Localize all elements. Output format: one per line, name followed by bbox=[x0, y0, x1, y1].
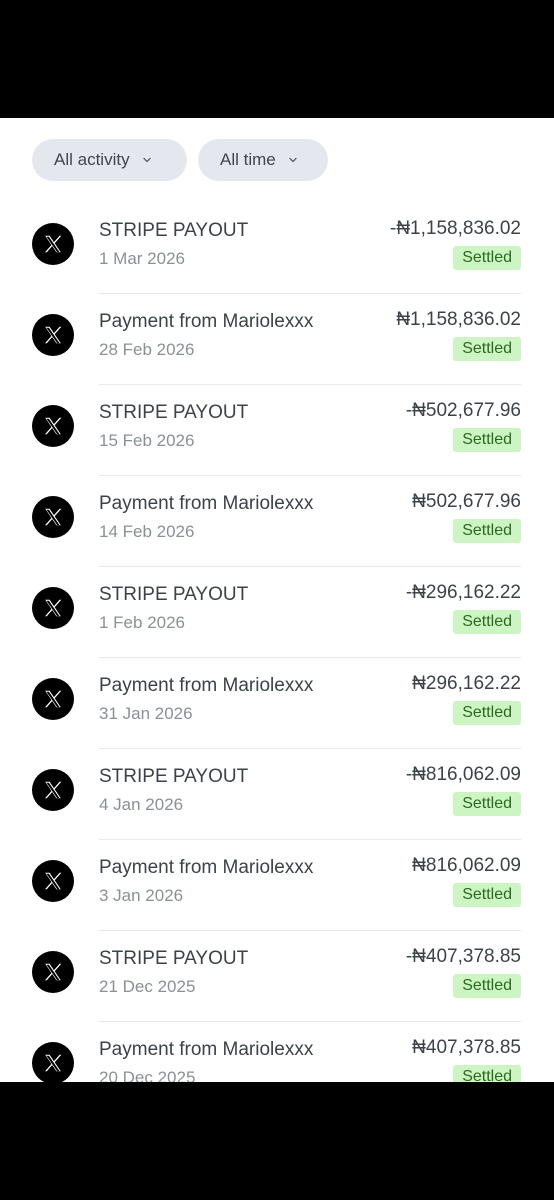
transaction-row[interactable]: Payment from Mariolexxx 20 Dec 2025 ₦407,3… bbox=[0, 1022, 554, 1082]
transaction-row[interactable]: Payment from Mariolexxx 31 Jan 2026 ₦296,1… bbox=[0, 658, 554, 749]
transaction-amount: -₦816,062.09 bbox=[405, 764, 521, 785]
transaction-date: 1 Mar 2026 bbox=[99, 249, 185, 268]
x-logo-icon bbox=[32, 223, 74, 265]
transaction-date: 20 Dec 2025 bbox=[99, 1068, 196, 1082]
time-filter-dropdown[interactable]: All time bbox=[198, 139, 328, 181]
transaction-title: STRIPE PAYOUT bbox=[99, 948, 249, 969]
time-filter-label: All time bbox=[220, 150, 276, 169]
status-badge: Settled bbox=[453, 246, 521, 270]
status-badge: Settled bbox=[453, 610, 521, 634]
transaction-title: Payment from Mariolexxx bbox=[99, 1039, 314, 1060]
transaction-date: 14 Feb 2026 bbox=[99, 522, 195, 541]
x-logo-icon bbox=[32, 678, 74, 720]
transaction-date: 31 Jan 2026 bbox=[99, 704, 193, 723]
status-badge: Settled bbox=[453, 337, 521, 361]
x-logo-icon bbox=[32, 1042, 74, 1082]
x-logo-icon bbox=[32, 860, 74, 902]
transaction-row[interactable]: Payment from Mariolexxx 28 Feb 2026 ₦1,158… bbox=[0, 294, 554, 385]
transaction-title: Payment from Mariolexxx bbox=[99, 493, 314, 514]
transaction-amount: -₦407,378.85 bbox=[405, 946, 521, 967]
x-logo-icon bbox=[32, 587, 74, 629]
status-badge: Settled bbox=[453, 883, 521, 907]
transaction-amount: -₦296,162.22 bbox=[405, 582, 521, 603]
x-logo-icon bbox=[32, 769, 74, 811]
activity-filter-dropdown[interactable]: All activity bbox=[32, 139, 187, 181]
transaction-date: 15 Feb 2026 bbox=[99, 431, 195, 450]
status-badge: Settled bbox=[453, 792, 521, 816]
activity-filter-label: All activity bbox=[54, 150, 130, 169]
transaction-title: Payment from Mariolexxx bbox=[99, 675, 314, 696]
transaction-row[interactable]: STRIPE PAYOUT 4 Jan 2026 -₦816,062.09 Settl… bbox=[0, 749, 554, 840]
status-badge: Settled bbox=[453, 519, 521, 543]
transaction-row[interactable]: STRIPE PAYOUT 15 Feb 2026 -₦502,677.96 Sett… bbox=[0, 385, 554, 476]
transaction-amount: ₦502,677.96 bbox=[412, 491, 521, 512]
transaction-amount: -₦1,158,836.02 bbox=[390, 218, 521, 239]
x-logo-icon bbox=[32, 951, 74, 993]
transaction-date: 1 Feb 2026 bbox=[99, 613, 186, 632]
x-logo-icon bbox=[32, 405, 74, 447]
transaction-row[interactable]: Payment from Mariolexxx 3 Jan 2026 ₦816,06… bbox=[0, 840, 554, 931]
transaction-list: STRIPE PAYOUT 1 Mar 2026 -₦1,158,836.02 Set… bbox=[0, 203, 554, 1082]
x-logo-icon bbox=[32, 496, 74, 538]
transaction-title: STRIPE PAYOUT bbox=[99, 584, 249, 605]
status-badge: Settled bbox=[453, 974, 521, 998]
transaction-title: STRIPE PAYOUT bbox=[99, 402, 249, 423]
status-badge: Settled bbox=[453, 701, 521, 725]
transaction-amount: ₦1,158,836.02 bbox=[396, 309, 521, 330]
transaction-date: 4 Jan 2026 bbox=[99, 795, 184, 814]
transaction-title: STRIPE PAYOUT bbox=[99, 766, 249, 787]
transaction-amount: ₦816,062.09 bbox=[412, 855, 521, 876]
transaction-amount: ₦407,378.85 bbox=[412, 1037, 521, 1058]
status-badge: Settled bbox=[453, 1065, 521, 1082]
transaction-row[interactable]: Payment from Mariolexxx 14 Feb 2026 ₦502,6… bbox=[0, 476, 554, 567]
transaction-row[interactable]: STRIPE PAYOUT 21 Dec 2025 -₦407,378.85 Sett… bbox=[0, 931, 554, 1022]
bottom-black-bar bbox=[0, 1082, 554, 1200]
chevron-down-icon bbox=[142, 157, 151, 163]
status-badge: Settled bbox=[453, 428, 521, 452]
top-black-bar bbox=[0, 0, 554, 118]
transaction-date: 3 Jan 2026 bbox=[99, 886, 184, 905]
transaction-row[interactable]: STRIPE PAYOUT 1 Feb 2026 -₦296,162.22 Settl… bbox=[0, 567, 554, 658]
filter-bar: All activity All time bbox=[32, 139, 328, 181]
transaction-row[interactable]: STRIPE PAYOUT 1 Mar 2026 -₦1,158,836.02 Set… bbox=[0, 203, 554, 294]
x-logo-icon bbox=[32, 314, 74, 356]
transaction-title: Payment from Mariolexxx bbox=[99, 311, 314, 332]
transaction-amount: -₦502,677.96 bbox=[405, 400, 521, 421]
transaction-amount: ₦296,162.22 bbox=[412, 673, 521, 694]
transaction-date: 21 Dec 2025 bbox=[99, 977, 196, 996]
transaction-title: STRIPE PAYOUT bbox=[99, 220, 249, 241]
activity-panel: All activity All time STRIPE PAYOUT 1 Mar… bbox=[0, 118, 554, 1082]
chevron-down-icon bbox=[289, 157, 297, 163]
transaction-title: Payment from Mariolexxx bbox=[99, 857, 314, 878]
transaction-date: 28 Feb 2026 bbox=[99, 340, 195, 359]
